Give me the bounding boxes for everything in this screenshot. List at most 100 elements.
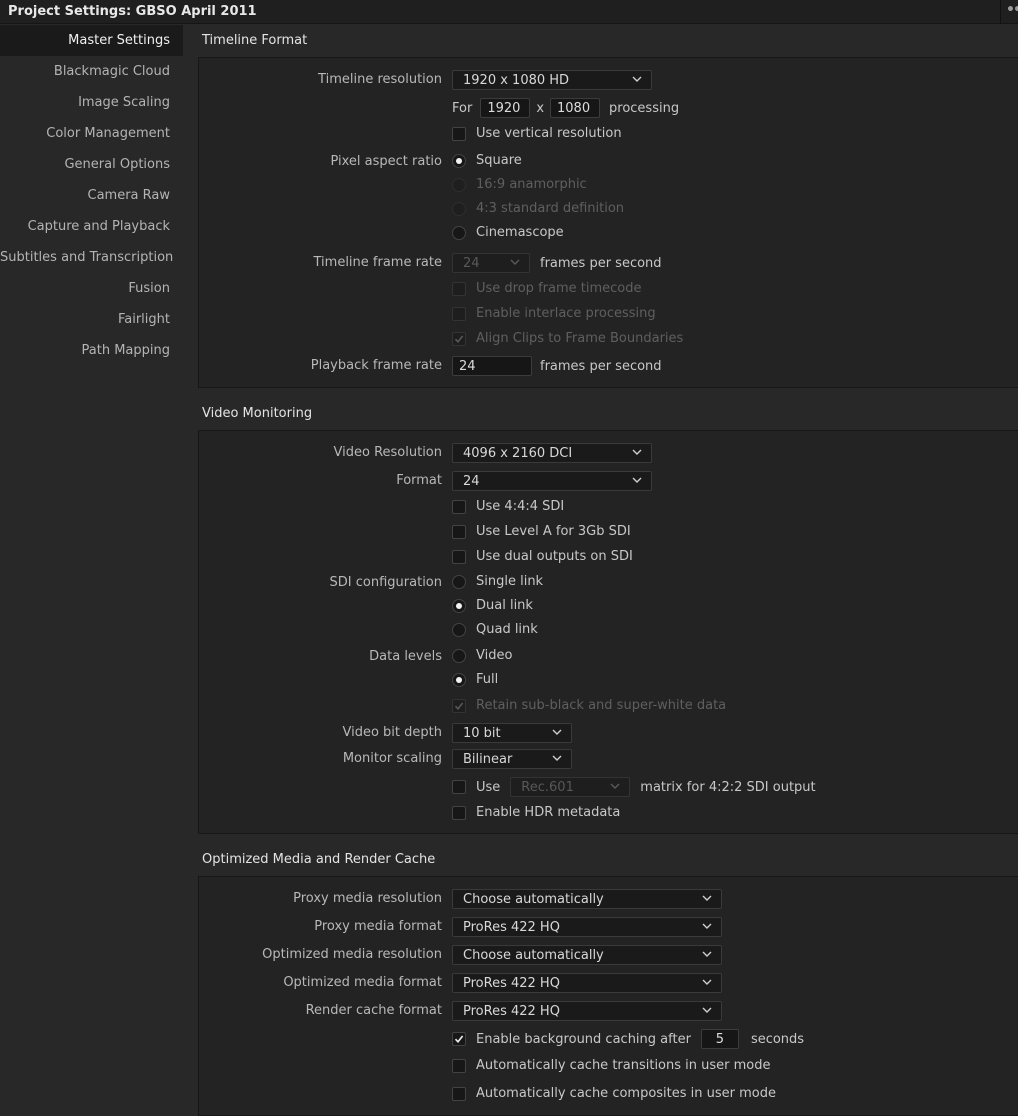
chevron-down-icon	[632, 475, 642, 485]
aspect-square-radio[interactable]	[452, 153, 466, 168]
enable-hdr-metadata-checkbox[interactable]	[452, 805, 466, 820]
video-bit-depth-label: Video bit depth	[342, 725, 443, 740]
use-dual-outputs-checkbox[interactable]	[452, 549, 466, 564]
pixel-aspect-ratio-label: Pixel aspect ratio	[330, 154, 442, 169]
sidebar-item-color-management[interactable]: Color Management	[0, 118, 183, 149]
timeline-resolution-value: 1920 x 1080 HD	[463, 72, 570, 88]
x-separator: x	[536, 100, 545, 116]
matrix-dropdown[interactable]: Rec.601	[510, 777, 631, 797]
interlace-processing-checkbox[interactable]	[452, 306, 466, 321]
timeline-width-input[interactable]	[480, 98, 531, 118]
use-444-sdi-label: Use 4:4:4 SDI	[476, 499, 565, 514]
chevron-down-icon	[552, 753, 562, 763]
timeline-resolution-label: Timeline resolution	[318, 72, 442, 87]
monitor-scaling-dropdown[interactable]: Bilinear	[452, 749, 572, 769]
render-cache-format-dropdown[interactable]: ProRes 422 HQ	[452, 1001, 722, 1021]
align-clips-checkbox[interactable]	[452, 331, 466, 346]
chevron-down-icon	[702, 977, 712, 987]
aspect-cinemascope-label: Cinemascope	[476, 225, 564, 240]
monitor-scaling-label: Monitor scaling	[342, 751, 442, 766]
for-label: For	[452, 100, 473, 116]
chevron-down-icon	[702, 893, 712, 903]
aspect-cinemascope-radio[interactable]	[452, 225, 466, 240]
aspect-anamorphic-radio[interactable]	[452, 177, 466, 192]
chevron-down-icon	[510, 257, 520, 267]
optimized-media-resolution-value: Choose automatically	[463, 947, 604, 963]
proxy-media-format-dropdown[interactable]: ProRes 422 HQ	[452, 917, 722, 937]
video-resolution-label: Video Resolution	[333, 445, 442, 460]
levels-full-radio[interactable]	[452, 672, 466, 687]
titlebar-divider	[1000, 0, 1001, 24]
processing-label: processing	[609, 100, 680, 116]
use-vertical-resolution-checkbox[interactable]	[452, 126, 466, 141]
checkmark-icon	[454, 1035, 464, 1044]
cache-composites-label: Automatically cache composites in user m…	[476, 1086, 777, 1101]
aspect-square-label: Square	[476, 153, 522, 168]
chevron-down-icon	[702, 1005, 712, 1015]
sidebar-item-subtitles-transcription[interactable]: Subtitles and Transcription	[0, 242, 183, 273]
video-bit-depth-dropdown[interactable]: 10 bit	[452, 723, 572, 743]
sdi-quad-link-radio[interactable]	[452, 622, 466, 637]
video-resolution-dropdown[interactable]: 4096 x 2160 DCI	[452, 443, 652, 463]
chevron-down-icon	[632, 447, 642, 457]
sidebar-item-master-settings[interactable]: Master Settings	[0, 25, 183, 56]
use-matrix-checkbox[interactable]	[452, 780, 466, 794]
sidebar-item-image-scaling[interactable]: Image Scaling	[0, 87, 183, 118]
chevron-down-icon	[610, 781, 620, 791]
timeline-fps-label: frames per second	[540, 255, 662, 271]
playback-frame-rate-input[interactable]	[452, 356, 532, 376]
more-options-icon[interactable]: ••	[1006, 2, 1018, 18]
timeline-frame-rate-dropdown[interactable]: 24	[452, 253, 530, 273]
sdi-dual-link-radio[interactable]	[452, 598, 466, 613]
chevron-down-icon	[552, 727, 562, 737]
sidebar-item-blackmagic-cloud[interactable]: Blackmagic Cloud	[0, 56, 183, 87]
proxy-media-resolution-label: Proxy media resolution	[293, 891, 442, 906]
sidebar-item-camera-raw[interactable]: Camera Raw	[0, 180, 183, 211]
timeline-frame-rate-value: 24	[463, 255, 480, 271]
background-caching-label: Enable background caching after	[476, 1031, 691, 1047]
proxy-media-resolution-value: Choose automatically	[463, 891, 604, 907]
proxy-media-resolution-dropdown[interactable]: Choose automatically	[452, 889, 722, 909]
chevron-down-icon	[632, 74, 642, 84]
optimized-media-format-dropdown[interactable]: ProRes 422 HQ	[452, 973, 722, 993]
section-title-timeline-format: Timeline Format	[202, 33, 308, 48]
use-444-sdi-checkbox[interactable]	[452, 499, 466, 514]
use-level-a-label: Use Level A for 3Gb SDI	[476, 524, 631, 539]
proxy-media-format-value: ProRes 422 HQ	[463, 919, 560, 935]
format-dropdown[interactable]: 24	[452, 471, 652, 491]
drop-frame-timecode-label: Use drop frame timecode	[476, 281, 642, 296]
optimized-media-format-label: Optimized media format	[283, 975, 442, 990]
timeline-height-input[interactable]	[550, 98, 601, 118]
use-level-a-checkbox[interactable]	[452, 524, 466, 539]
cache-transitions-checkbox[interactable]	[452, 1058, 466, 1073]
timeline-frame-rate-label: Timeline frame rate	[313, 255, 443, 270]
enable-hdr-metadata-label: Enable HDR metadata	[476, 805, 621, 820]
sidebar-item-general-options[interactable]: General Options	[0, 149, 183, 180]
cache-composites-checkbox[interactable]	[452, 1086, 466, 1101]
video-bit-depth-value: 10 bit	[463, 725, 501, 741]
drop-frame-timecode-checkbox[interactable]	[452, 281, 466, 296]
align-clips-label: Align Clips to Frame Boundaries	[476, 331, 684, 346]
sdi-dual-link-label: Dual link	[476, 598, 533, 613]
sidebar-item-capture-playback[interactable]: Capture and Playback	[0, 211, 183, 242]
sidebar-item-fusion[interactable]: Fusion	[0, 273, 183, 304]
window-titlebar: Project Settings: GBSO April 2011 ••	[0, 0, 1018, 24]
sidebar-item-fairlight[interactable]: Fairlight	[0, 304, 183, 335]
format-label: Format	[396, 473, 442, 488]
retain-sub-black-checkbox[interactable]	[452, 698, 466, 713]
timeline-resolution-dropdown[interactable]: 1920 x 1080 HD	[452, 70, 652, 90]
levels-video-radio[interactable]	[452, 648, 466, 663]
matrix-value: Rec.601	[521, 779, 574, 795]
background-caching-seconds-input[interactable]	[700, 1029, 739, 1049]
aspect-standard-radio[interactable]	[452, 201, 466, 216]
section-title-optimized-media: Optimized Media and Render Cache	[202, 852, 436, 867]
sidebar-item-path-mapping[interactable]: Path Mapping	[0, 335, 183, 366]
background-caching-checkbox[interactable]	[452, 1032, 466, 1046]
optimized-media-resolution-dropdown[interactable]: Choose automatically	[452, 945, 722, 965]
sdi-single-link-radio[interactable]	[452, 574, 466, 589]
cache-transitions-label: Automatically cache transitions in user …	[476, 1058, 771, 1073]
aspect-anamorphic-label: 16:9 anamorphic	[476, 177, 587, 192]
checkmark-icon	[454, 702, 464, 710]
use-matrix-label: Use	[476, 779, 501, 795]
matrix-suffix-label: matrix for 4:2:2 SDI output	[640, 779, 816, 795]
